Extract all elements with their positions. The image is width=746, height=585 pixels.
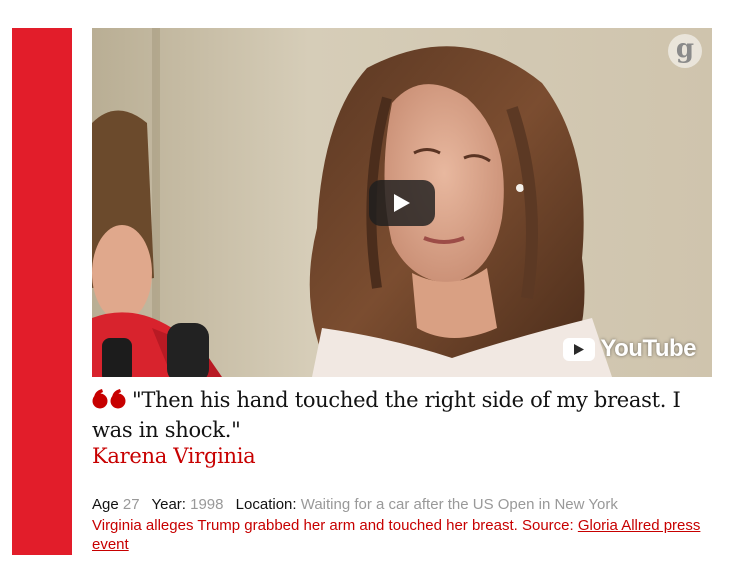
youtube-play-icon: [563, 337, 596, 361]
guardian-logo: g: [668, 34, 702, 68]
accent-bar: [12, 28, 72, 555]
allegation-description: Virginia alleges Trump grabbed her arm a…: [92, 516, 717, 554]
age-value: 27: [122, 496, 140, 513]
youtube-logo-text: YouTube: [600, 335, 696, 362]
quote-marks-icon: [92, 388, 126, 416]
year-label: Year:: [151, 496, 186, 513]
quote-block: "Then his hand touched the right side of…: [92, 386, 722, 444]
meta-line: Age 27 Year: 1998 Location: Waiting for …: [92, 495, 732, 514]
play-icon: [394, 194, 410, 212]
location-label: Location:: [235, 496, 297, 513]
play-button[interactable]: [369, 180, 435, 226]
location-value: Waiting for a car after the US Open in N…: [300, 496, 618, 513]
quote-text: "Then his hand touched the right side of…: [92, 388, 681, 442]
description-text: Virginia alleges Trump grabbed her arm a…: [92, 517, 578, 534]
quote-author: Karena Virginia: [92, 444, 256, 468]
youtube-logo[interactable]: YouTube: [563, 335, 696, 363]
age-label: Age: [92, 496, 119, 513]
year-value: 1998: [190, 496, 224, 513]
video-player[interactable]: g YouTube: [92, 28, 712, 377]
